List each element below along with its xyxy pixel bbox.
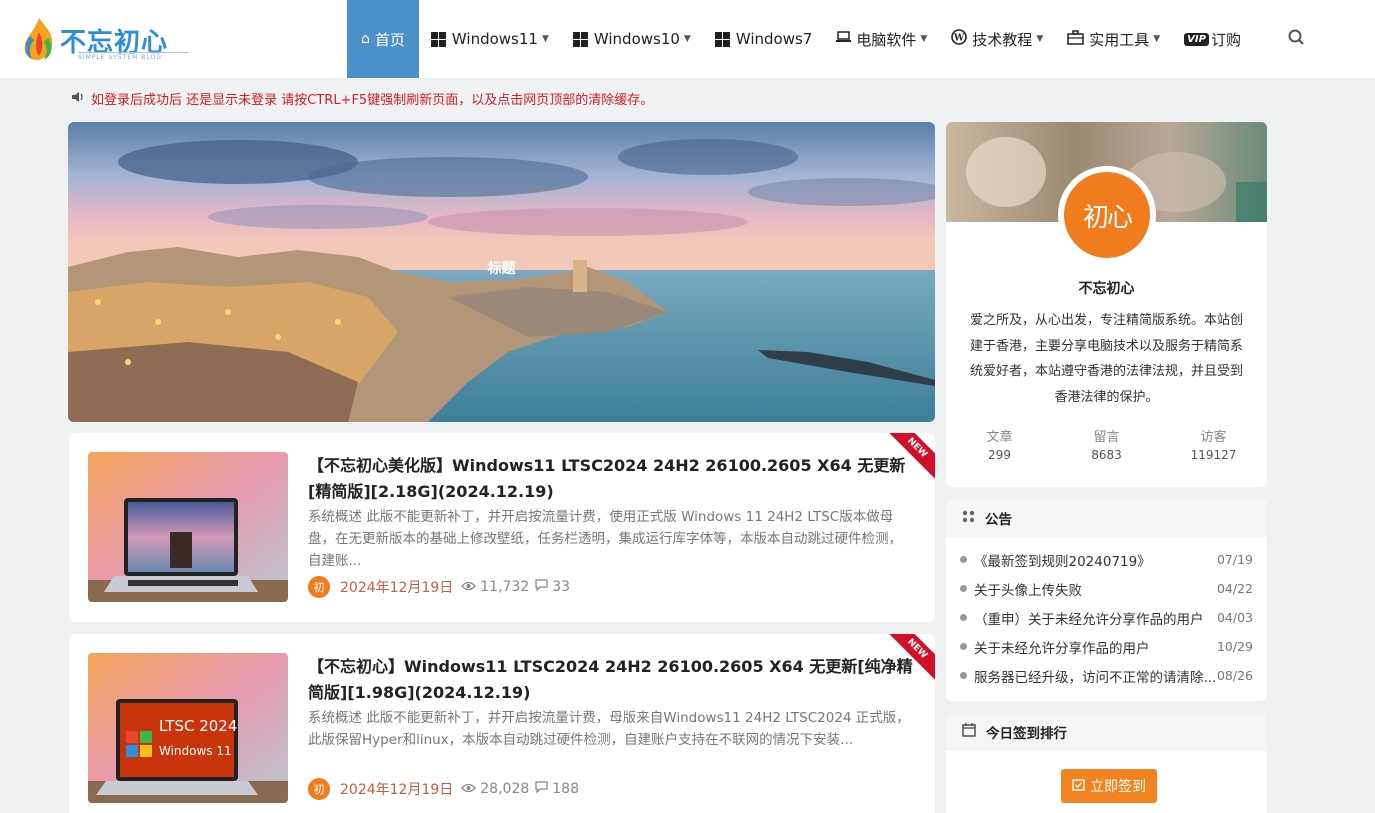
post-thumbnail[interactable] [88, 452, 288, 602]
nav-windows7[interactable]: Windows7 [703, 0, 825, 78]
hero-banner[interactable]: 标题 [68, 122, 935, 422]
chevron-down-icon: ▼ [683, 34, 691, 44]
comment-count: 188 [552, 781, 579, 797]
grid-dots-icon [962, 510, 975, 527]
post-excerpt: 系统概述 此版不能更新补丁，并开启按流量计费，使用正式版 Windows 11 … [308, 509, 902, 569]
laptop-icon [836, 31, 852, 47]
comment-icon [535, 579, 548, 595]
nav-windows11[interactable]: Windows11 ▼ [419, 0, 561, 78]
comment-icon [535, 781, 548, 797]
post-excerpt: 系统概述 此版不能更新补丁，并开启按流量计费，母版来自Windows11 24H… [308, 710, 910, 748]
notice-bar: 如登录后成功后 还是显示未登录 请按CTRL+F5键强制刷新页面，以及点击网页顶… [72, 89, 653, 108]
post-meta: 初 2024年12月19日 11,732 33 [308, 576, 570, 598]
banner-title: 标题 [487, 261, 516, 277]
stat-articles: 文章 299 [986, 430, 1013, 462]
signin-ranking-widget: 今日签到排行 立即签到 [946, 713, 1267, 813]
post-title[interactable]: 【不忘初心美化版】Windows11 LTSC2024 24H2 26100.2… [308, 453, 918, 505]
home-icon: ⌂ [361, 31, 370, 47]
site-header: 不忘初心 SIMPLE SYSTEM BLOG ⌂ 首页 Windows11 ▼… [0, 0, 1375, 78]
profile-description: 爱之所及，从心出发，专注精简版系统。本站创建于香港，主要分享电脑技术以及服务于精… [969, 313, 1243, 405]
flame-logo-icon [24, 18, 53, 60]
vip-icon: VIP [1184, 32, 1209, 46]
svg-text:W: W [953, 34, 965, 44]
chevron-down-icon: ▼ [920, 34, 928, 44]
comment-count: 33 [552, 579, 571, 595]
view-count: 28,028 [480, 781, 530, 797]
widget-header: 公告 [946, 499, 1267, 537]
post-meta: 初 2024年12月19日 28,028 188 [308, 778, 579, 800]
check-calendar-icon [1072, 778, 1085, 794]
stat-visitors: 访客 119127 [1190, 430, 1237, 462]
post-title[interactable]: 【不忘初心】Windows11 LTSC2024 24H2 26100.2605… [308, 654, 918, 706]
windows-icon [714, 31, 730, 47]
author-avatar[interactable]: 初 [308, 778, 330, 800]
widget-header: 今日签到排行 [946, 713, 1267, 751]
list-item[interactable]: 关于头像上传失败 04/22 [960, 574, 1253, 603]
site-logo[interactable]: 不忘初心 SIMPLE SYSTEM BLOG [20, 14, 188, 64]
profile-avatar[interactable]: 初心 [1058, 166, 1156, 264]
list-item[interactable]: 关于未经允许分享作品的用户 10/29 [960, 632, 1253, 661]
signin-button[interactable]: 立即签到 [1061, 769, 1157, 803]
author-avatar[interactable]: 初 [308, 576, 330, 598]
thumb-text-ltsc: LTSC 2024 [159, 717, 238, 735]
post-card[interactable]: 【不忘初心美化版】Windows11 LTSC2024 24H2 26100.2… [69, 433, 935, 622]
post-date: 2024年12月19日 [340, 580, 454, 596]
speaker-icon [72, 91, 85, 106]
list-item[interactable]: （重申）关于未经允许分享作品的用户 04/03 [960, 603, 1253, 632]
profile-card: 初心 不忘初心 爱之所及，从心出发，专注精简版系统。本站创建于香港，主要分享电脑… [946, 122, 1267, 487]
nav-software[interactable]: 电脑软件 ▼ [824, 0, 939, 78]
nav-windows10[interactable]: Windows10 ▼ [561, 0, 703, 78]
stat-messages: 留言 8683 [1091, 430, 1122, 462]
wordpress-icon: W [951, 29, 968, 49]
chevron-down-icon: ▼ [1036, 34, 1044, 44]
nav-home[interactable]: ⌂ 首页 [347, 0, 419, 78]
nav-tools[interactable]: 实用工具 ▼ [1055, 0, 1172, 78]
profile-stats: 文章 299 留言 8683 访客 119127 [946, 426, 1267, 462]
logo-subtitle: SIMPLE SYSTEM BLOG [78, 52, 188, 61]
announcement-list: 《最新签到规则20240719》 07/19 关于头像上传失败 04/22 （重申）… [946, 537, 1267, 690]
post-card[interactable]: LTSC 2024 Windows 11 【不忘初心】Windows11 LTS… [69, 634, 935, 813]
post-date: 2024年12月19日 [340, 782, 454, 798]
search-icon[interactable] [1286, 27, 1308, 49]
view-count: 11,732 [480, 579, 530, 595]
briefcase-icon [1067, 29, 1084, 49]
nav-order[interactable]: VIP 订购 [1172, 0, 1253, 78]
windows-icon [430, 31, 446, 47]
chevron-down-icon: ▼ [541, 34, 549, 44]
profile-name: 不忘初心 [1078, 281, 1135, 297]
nav-tutorials[interactable]: W 技术教程 ▼ [939, 0, 1055, 78]
eye-icon [461, 580, 477, 595]
eye-icon [461, 782, 477, 797]
announcements-widget: 公告 《最新签到规则20240719》 07/19 关于头像上传失败 04/22 （… [946, 499, 1267, 701]
post-thumbnail[interactable]: LTSC 2024 Windows 11 [88, 653, 288, 803]
chevron-down-icon: ▼ [1153, 34, 1161, 44]
list-item[interactable]: 服务器已经升级，访问不正常的请清除... 08/26 [960, 661, 1253, 690]
list-item[interactable]: 《最新签到规则20240719》 07/19 [960, 545, 1253, 574]
main-nav: ⌂ 首页 Windows11 ▼ Windows10 ▼ Windows7 电脑… [347, 0, 1253, 78]
windows-icon [572, 31, 588, 47]
thumb-text-windows11: Windows 11 [159, 744, 232, 758]
calendar-icon [962, 723, 976, 741]
